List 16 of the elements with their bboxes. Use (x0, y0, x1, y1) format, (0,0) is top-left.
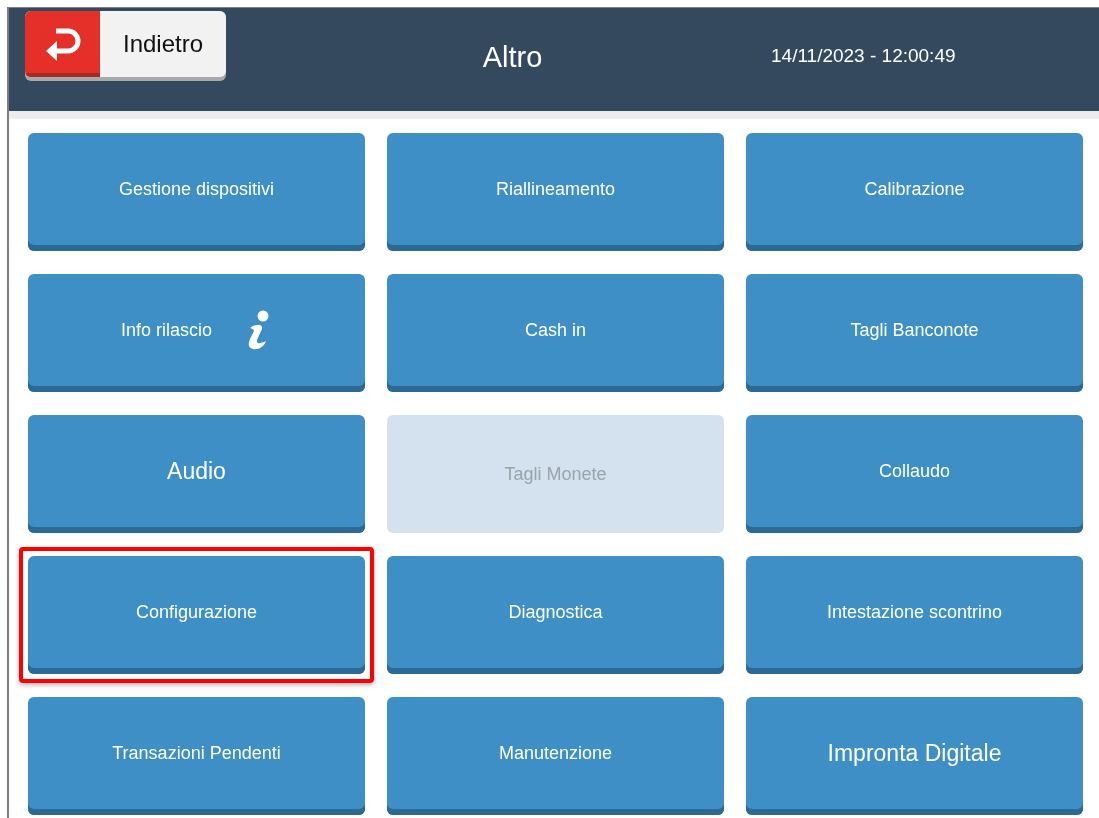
menu-button[interactable]: Gestione dispositivi (28, 133, 365, 251)
menu-button[interactable]: Diagnostica (387, 556, 724, 674)
menu-button[interactable]: Riallineamento (387, 133, 724, 251)
menu-button[interactable]: Info rilascio (28, 274, 365, 392)
menu-button[interactable]: Impronta Digitale (746, 697, 1083, 815)
menu-button[interactable]: Intestazione scontrino (746, 556, 1083, 674)
menu-button[interactable]: Tagli Banconote (746, 274, 1083, 392)
date-time: 14/11/2023 - 12:00:49 (771, 45, 956, 67)
menu-button[interactable]: Cash in (387, 274, 724, 392)
menu-button[interactable]: Audio (28, 415, 365, 533)
menu-button[interactable]: Calibrazione (746, 133, 1083, 251)
menu-button[interactable]: Collaudo (746, 415, 1083, 533)
menu-button[interactable]: Transazioni Pendenti (28, 697, 365, 815)
menu-button[interactable]: Manutenzione (387, 697, 724, 815)
menu-button[interactable]: Configurazione (28, 556, 365, 674)
page-title: Altro (481, 41, 544, 74)
